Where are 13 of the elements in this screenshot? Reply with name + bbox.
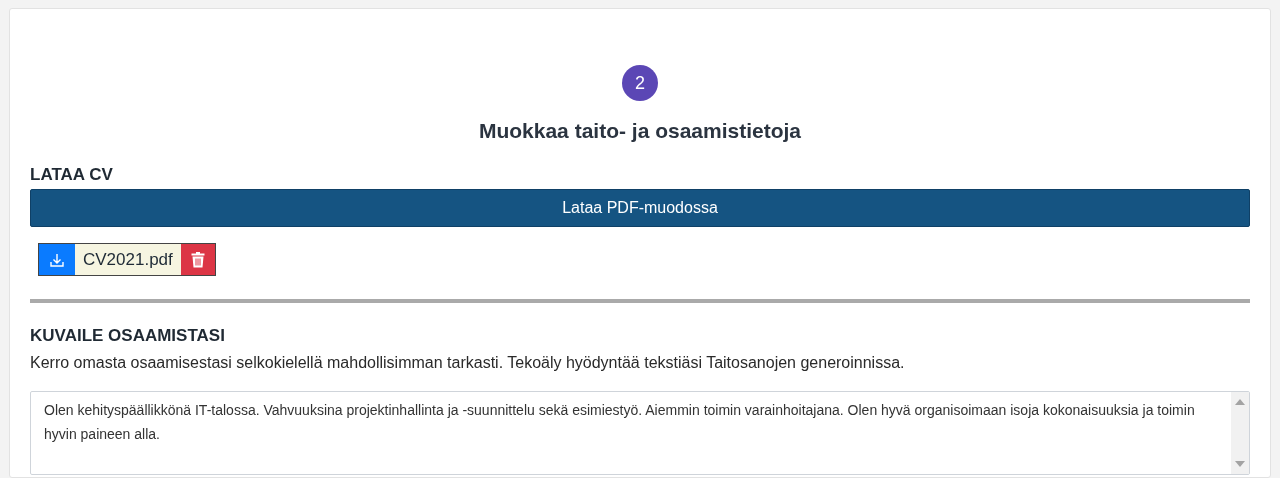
trash-icon [190, 251, 205, 268]
step-title: Muokkaa taito- ja osaamistietoja [478, 118, 802, 144]
description-textarea[interactable]: Olen kehityspäällikkönä IT-talossa. Vahvuuksina projektinhallinta ja -suunnittelu sekä esimiestyö. Aiemmin toimin varainhoitajana. Olen hyvä organisoimaan isoja kokonaisuuksia ja toimin hyvin paineen alla. [30, 390, 1250, 475]
instructions-text: Kerro omasta osaamisestasi selkokielellä mahdollisimman tarkasti. Tekoäly hyödyntää tekstiäsi Taitosanojen generoinnissa. [30, 352, 906, 373]
file-name: CV2021.pdf [75, 244, 181, 275]
section-heading: LATAA CV [30, 163, 114, 186]
scrollbar[interactable] [1231, 391, 1249, 474]
section-heading: KUVAILE OSAAMISTASI [30, 325, 226, 347]
step-number: 2 [622, 65, 658, 101]
download-icon [49, 251, 65, 268]
download-pdf-button[interactable]: Lataa PDF-muodossa [30, 189, 1250, 227]
download-button[interactable] [39, 244, 75, 275]
delete-button[interactable] [180, 244, 215, 275]
